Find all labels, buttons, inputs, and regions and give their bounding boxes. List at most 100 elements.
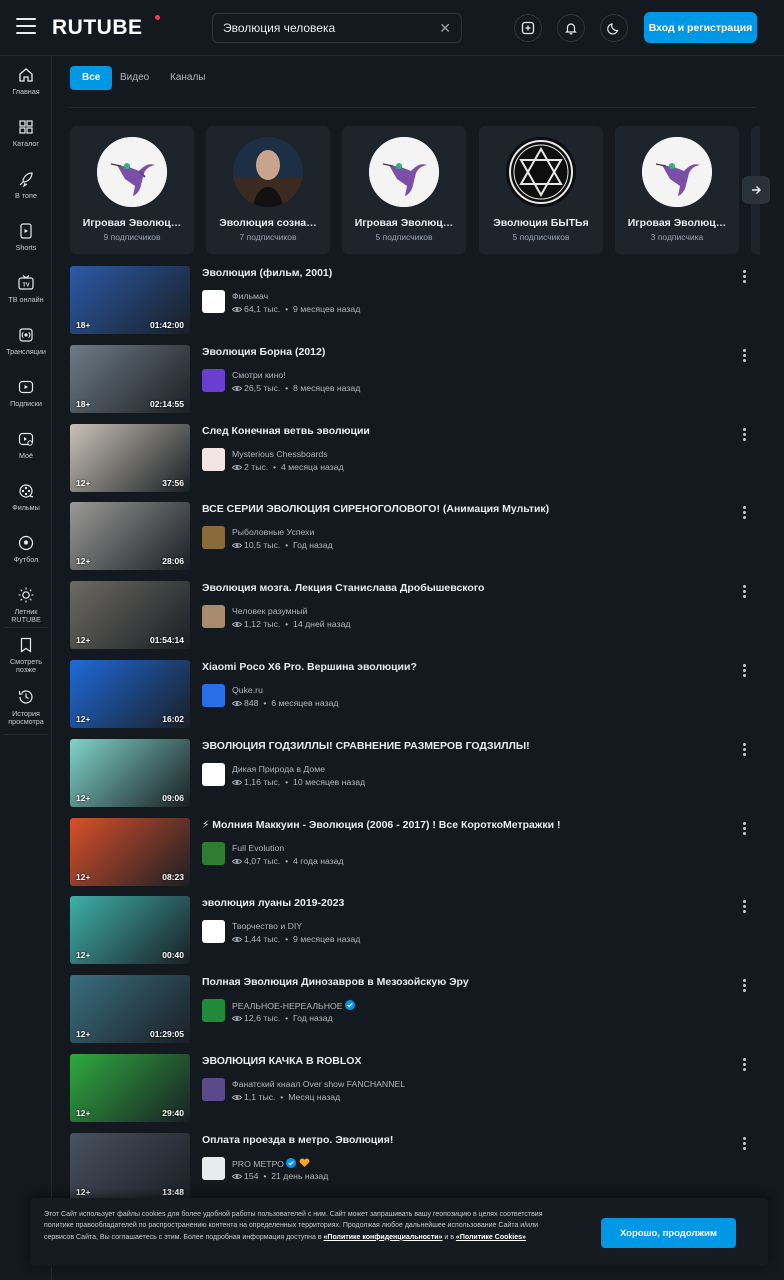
video-channel-name[interactable]: Смотри кино!: [232, 370, 286, 380]
channel-card[interactable]: Эволюция БЫТЬя 5 подписчиков: [479, 126, 603, 254]
video-title[interactable]: Эволюция мозга. Лекция Станислава Дробыш…: [202, 582, 722, 594]
channel-avatar[interactable]: [202, 999, 225, 1022]
sidebar-item-tv-online[interactable]: TV ТВ онлайн: [0, 274, 52, 304]
search-box[interactable]: ✕: [212, 13, 462, 43]
channel-name-row[interactable]: Full Evolution: [232, 843, 284, 853]
video-channel-name[interactable]: Человек разумный: [232, 606, 307, 616]
channel-avatar[interactable]: [202, 369, 225, 392]
channel-avatar[interactable]: [202, 448, 225, 471]
video-row[interactable]: 12+ 37:56 След Конечная ветвь эволюции Myst…: [70, 424, 756, 492]
tab-video[interactable]: Видео: [120, 66, 149, 90]
video-channel-name[interactable]: Full Evolution: [232, 843, 284, 853]
channel-name-row[interactable]: Фильмач: [232, 291, 268, 301]
video-title[interactable]: ЭВОЛЮЦИЯ ГОДЗИЛЛЫ! СРАВНЕНИЕ РАЗМЕРОВ ГО…: [202, 740, 722, 752]
video-row[interactable]: 12+ 01:54:14 Эволюция мозга. Лекция Станис…: [70, 581, 756, 649]
video-title[interactable]: ⚡ Молния Маккуин - Эволюция (2006 - 2017…: [202, 819, 722, 831]
video-thumbnail[interactable]: 12+ 08:23: [70, 818, 190, 886]
video-channel-name[interactable]: РЕАЛЬНОЕ-НЕРЕАЛЬНОЕ: [232, 1001, 343, 1011]
video-channel-name[interactable]: Mysterious Chessboards: [232, 449, 328, 459]
menu-icon[interactable]: [16, 18, 36, 34]
sidebar-item-catalog[interactable]: Каталог: [0, 118, 52, 148]
video-channel-name[interactable]: Творчество и DIY: [232, 921, 302, 931]
rutube-logo[interactable]: RUTUBE: [52, 16, 143, 40]
channel-name-row[interactable]: Творчество и DIY: [232, 921, 302, 931]
more-options-icon[interactable]: [738, 743, 750, 759]
more-options-icon[interactable]: [738, 900, 750, 916]
sidebar-item-films[interactable]: Фильмы: [0, 482, 52, 512]
video-thumbnail[interactable]: 12+ 01:29:05: [70, 975, 190, 1043]
accept-cookies-button[interactable]: Хорошо, продолжим: [601, 1218, 736, 1248]
sidebar-item-broadcasts[interactable]: Трансляции: [0, 326, 52, 356]
video-thumbnail[interactable]: 12+ 29:40: [70, 1054, 190, 1122]
video-channel-name[interactable]: PRO МЕТРО: [232, 1159, 284, 1169]
cookies-policy-link[interactable]: «Политике Cookies»: [456, 1234, 526, 1241]
video-title[interactable]: Оплата проезда в метро. Эволюция!: [202, 1134, 722, 1146]
video-row[interactable]: 12+ 13:48 Оплата проезда в метро. Эволюция…: [70, 1133, 756, 1201]
channel-name-row[interactable]: Смотри кино!: [232, 370, 286, 380]
sidebar-item-subscriptions[interactable]: Подписки: [0, 378, 52, 408]
video-thumbnail[interactable]: 12+ 00:40: [70, 896, 190, 964]
video-channel-name[interactable]: Quke.ru: [232, 685, 263, 695]
theme-moon-icon[interactable]: [600, 14, 628, 42]
channel-avatar[interactable]: [202, 920, 225, 943]
channel-name-row[interactable]: Дикая Природа в Доме: [232, 764, 325, 774]
sidebar-item-top[interactable]: В топе: [0, 170, 52, 200]
video-thumbnail[interactable]: 12+ 16:02: [70, 660, 190, 728]
channel-name-row[interactable]: Человек разумный: [232, 606, 307, 616]
sidebar-item-mine[interactable]: Моё: [0, 430, 52, 460]
video-thumbnail[interactable]: 12+ 13:48: [70, 1133, 190, 1201]
sidebar-item-shorts[interactable]: Shorts: [0, 222, 52, 252]
sidebar-item-letnik[interactable]: Летник RUTUBE: [0, 586, 52, 625]
search-input[interactable]: [223, 14, 433, 42]
channel-avatar[interactable]: [202, 1157, 225, 1180]
video-row[interactable]: 12+ 08:23 ⚡ Молния Маккуин - Эволюция (200…: [70, 818, 756, 886]
login-register-button[interactable]: Вход и регистрация: [644, 12, 757, 43]
video-thumbnail[interactable]: 18+ 02:14:55: [70, 345, 190, 413]
video-channel-name[interactable]: Фанатский кнаал Over show FANCHANNEL: [232, 1079, 405, 1089]
channel-avatar[interactable]: [202, 605, 225, 628]
channel-avatar[interactable]: [202, 684, 225, 707]
more-options-icon[interactable]: [738, 270, 750, 286]
more-options-icon[interactable]: [738, 1058, 750, 1074]
more-options-icon[interactable]: [738, 349, 750, 365]
video-title[interactable]: эволюция луаны 2019-2023: [202, 897, 722, 909]
video-row[interactable]: 12+ 28:06 ВСЕ СЕРИИ ЭВОЛЮЦИЯ СИРЕНОГОЛОВОГ…: [70, 502, 756, 570]
notifications-bell-icon[interactable]: [557, 14, 585, 42]
channel-avatar[interactable]: [202, 842, 225, 865]
channel-avatar[interactable]: [202, 526, 225, 549]
video-thumbnail[interactable]: 12+ 01:54:14: [70, 581, 190, 649]
video-title[interactable]: Эволюция (фильм, 2001): [202, 267, 722, 279]
more-options-icon[interactable]: [738, 428, 750, 444]
channel-avatar[interactable]: [202, 1078, 225, 1101]
more-options-icon[interactable]: [738, 1137, 750, 1153]
video-row[interactable]: 12+ 09:06 ЭВОЛЮЦИЯ ГОДЗИЛЛЫ! СРАВНЕНИЕ РАЗ…: [70, 739, 756, 807]
video-row[interactable]: 18+ 01:42:00 Эволюция (фильм, 2001) Фильмач…: [70, 266, 756, 334]
carousel-next-arrow-icon[interactable]: [742, 176, 770, 204]
channel-card[interactable]: Эволюция созна… 7 подписчиков: [206, 126, 330, 254]
channel-card[interactable]: Игровая Эволюц… 9 подписчиков: [70, 126, 194, 254]
video-row[interactable]: 18+ 02:14:55 Эволюция Борна (2012) Смотри к…: [70, 345, 756, 413]
video-thumbnail[interactable]: 12+ 09:06: [70, 739, 190, 807]
upload-icon[interactable]: [514, 14, 542, 42]
video-title[interactable]: След Конечная ветвь эволюции: [202, 425, 722, 437]
channel-card[interactable]: Игровая Эволюц… 5 подписчиков: [342, 126, 466, 254]
channel-name-row[interactable]: Quke.ru: [232, 685, 263, 695]
video-row[interactable]: 12+ 16:02 Xiaomi Poco X6 Pro. Вершина эвол…: [70, 660, 756, 728]
privacy-policy-link[interactable]: «Политике конфиденциальности»: [324, 1234, 443, 1241]
channel-avatar[interactable]: [202, 763, 225, 786]
channel-name-row[interactable]: Mysterious Chessboards: [232, 449, 328, 459]
video-channel-name[interactable]: Фильмач: [232, 291, 268, 301]
video-title[interactable]: Xiaomi Poco X6 Pro. Вершина эволюции?: [202, 661, 722, 673]
channel-name-row[interactable]: PRO МЕТРО: [232, 1158, 310, 1169]
video-title[interactable]: Полная Эволюция Динозавров в Мезозойскую…: [202, 976, 722, 988]
video-row[interactable]: 12+ 01:29:05 Полная Эволюция Динозавров в …: [70, 975, 756, 1043]
more-options-icon[interactable]: [738, 664, 750, 680]
channel-card[interactable]: Игровая Эволюц… 3 подписчика: [615, 126, 739, 254]
video-channel-name[interactable]: Рыболовные Успехи: [232, 527, 314, 537]
more-options-icon[interactable]: [738, 822, 750, 838]
tab-channels[interactable]: Каналы: [170, 66, 206, 90]
video-thumbnail[interactable]: 18+ 01:42:00: [70, 266, 190, 334]
video-title[interactable]: ВСЕ СЕРИИ ЭВОЛЮЦИЯ СИРЕНОГОЛОВОГО! (Аним…: [202, 503, 722, 515]
channel-avatar[interactable]: [202, 290, 225, 313]
tab-all[interactable]: Все: [70, 66, 113, 90]
